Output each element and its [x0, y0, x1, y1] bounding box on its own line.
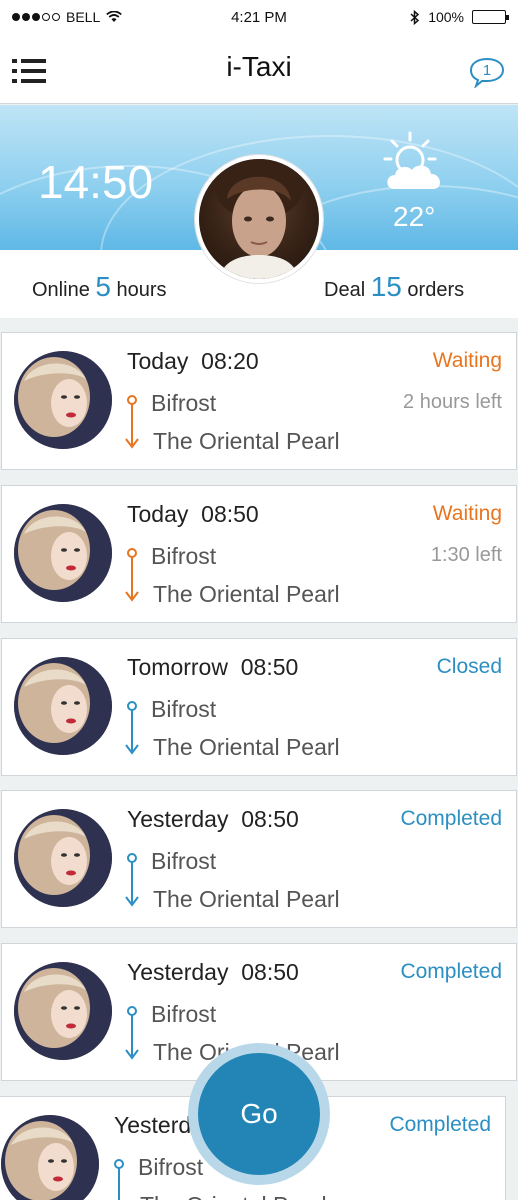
order-origin: Bifrost [151, 696, 217, 722]
passenger-portrait [14, 962, 112, 1060]
profile-header: 14:50 22° Online 5 hours Deal 15 orders [0, 105, 518, 318]
order-day: Today [127, 348, 189, 374]
order-time: 08:50 [240, 654, 299, 680]
online-hours: Online 5 hours [32, 271, 167, 303]
route-arrow-icon [125, 853, 139, 907]
order-destination: The Oriental Pearl [153, 886, 340, 912]
order-card[interactable]: Today 08:50 Waiting Bifrost The Oriental Pe… [1, 485, 517, 623]
order-day: Today [127, 501, 189, 527]
order-destination: The Oriental Pearl [153, 581, 340, 607]
menu-icon [12, 59, 46, 83]
order-datetime: Yesterday 08:50 [127, 959, 299, 986]
order-origin: Bifrost [151, 543, 217, 569]
passenger-avatar [14, 504, 112, 602]
passenger-portrait [14, 657, 112, 755]
driver-avatar[interactable] [195, 155, 323, 283]
route-arrow-icon [125, 1006, 139, 1060]
temperature: 22° [393, 201, 436, 232]
order-origin: Bifrost [151, 390, 217, 416]
order-card[interactable]: Yesterday 08:50 Completed Bifrost The Orien… [1, 790, 517, 928]
order-time-left: 2 hours left [403, 391, 502, 413]
driver-stats: Online 5 hours Deal 15 orders [0, 265, 518, 305]
deal-orders: Deal 15 orders [324, 271, 464, 303]
order-destination: The Oriental Pearl [153, 734, 340, 760]
order-destination: The Oriental Pearl [140, 1192, 327, 1200]
passenger-avatar [1, 1115, 99, 1200]
order-status-badge: Completed [389, 1113, 491, 1136]
message-count: 1 [483, 62, 491, 79]
order-status-badge: Closed [436, 655, 502, 678]
order-time: 08:50 [241, 806, 299, 832]
order-status-badge: Waiting [432, 502, 502, 525]
deal-label: Deal [324, 279, 366, 301]
order-status-badge: Waiting [432, 349, 502, 372]
order-time: 08:50 [241, 959, 299, 985]
passenger-portrait [1, 1115, 99, 1200]
order-card[interactable]: Today 08:20 Waiting Bifrost The Oriental Pe… [1, 332, 517, 470]
order-origin: Bifrost [151, 1001, 217, 1027]
passenger-portrait [14, 351, 112, 449]
route-arrow-icon [125, 701, 139, 755]
partly-sunny-icon [383, 131, 440, 189]
driver-portrait [199, 159, 319, 279]
order-day: Yesterday [127, 806, 229, 832]
passenger-avatar [14, 657, 112, 755]
passenger-portrait [14, 504, 112, 602]
route-arrow-icon [114, 1159, 124, 1200]
status-right: 100% [410, 9, 509, 25]
deal-value: 15 [370, 271, 402, 302]
order-day: Yesterday [127, 959, 229, 985]
go-button[interactable]: Go [198, 1053, 320, 1175]
online-value: 5 [95, 271, 111, 302]
messages-button[interactable]: 1 [468, 56, 506, 90]
route-arrow-icon [125, 548, 139, 602]
app-title: i-Taxi [226, 51, 292, 82]
battery-percent: 100% [428, 9, 464, 25]
order-datetime: Yesterday 08:50 [127, 806, 299, 833]
order-destination: The Oriental Pearl [153, 428, 340, 454]
order-card[interactable]: Tomorrow 08:50 Closed Bifrost The Oriental … [1, 638, 517, 776]
chat-bubble-icon: 1 [469, 57, 505, 90]
passenger-avatar [14, 962, 112, 1060]
passenger-avatar [14, 351, 112, 449]
battery-icon [472, 10, 509, 24]
order-status-badge: Completed [400, 807, 502, 830]
order-time: 08:50 [201, 501, 259, 527]
passenger-avatar [14, 809, 112, 907]
order-datetime: Today 08:20 [127, 348, 259, 375]
order-status-badge: Completed [400, 960, 502, 983]
deal-unit: orders [407, 279, 465, 301]
nav-bar: i-Taxi 1 [0, 36, 518, 104]
order-origin: Bifrost [151, 848, 217, 874]
order-day: Tomorrow [127, 654, 228, 680]
order-origin: Bifrost [138, 1154, 204, 1180]
passenger-portrait [14, 809, 112, 907]
status-bar: BELL 4:21 PM 100% [0, 0, 518, 36]
bluetooth-icon [410, 9, 420, 25]
online-label: Online [32, 279, 90, 301]
online-unit: hours [116, 279, 167, 301]
order-time-left: 1:30 left [430, 544, 502, 566]
order-datetime: Tomorrow 08:50 [127, 654, 298, 681]
menu-button[interactable] [12, 58, 46, 84]
order-datetime: Today 08:50 [127, 501, 259, 528]
order-time: 08:20 [201, 348, 259, 374]
clock: 14:50 [38, 156, 154, 208]
route-arrow-icon [125, 395, 139, 449]
